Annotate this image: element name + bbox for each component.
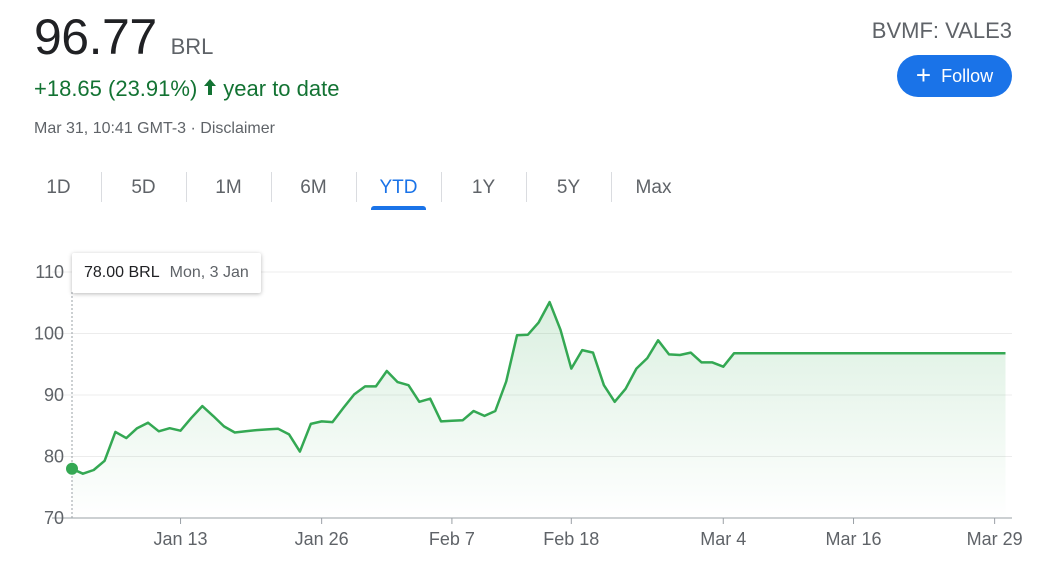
follow-label: Follow (941, 65, 994, 86)
x-tick-label: Mar 16 (826, 529, 882, 549)
follow-button[interactable]: + Follow (897, 55, 1012, 97)
x-tick-label: Mar 4 (700, 529, 746, 549)
y-tick-label: 110 (35, 262, 64, 282)
tab-5y[interactable]: 5Y (526, 170, 611, 206)
y-tick-label: 80 (44, 447, 64, 467)
current-price: 96.77 (34, 9, 157, 65)
tab-5d[interactable]: 5D (101, 170, 186, 206)
hover-marker (66, 462, 78, 475)
tab-6m[interactable]: 6M (271, 170, 356, 206)
price-area (72, 302, 1006, 518)
x-axis: Jan 13 Jan 26 Feb 7 Feb 18 Mar 4 Mar 16 Mar 29 (154, 518, 1023, 549)
x-tick-label: Mar 29 (967, 529, 1023, 549)
tab-1m[interactable]: 1M (186, 170, 271, 206)
tab-1y[interactable]: 1Y (441, 170, 526, 206)
currency-label: BRL (170, 34, 214, 59)
y-tick-label: 100 (34, 324, 64, 344)
y-axis: 70 80 90 100 110 (34, 262, 64, 528)
range-tabs: 1D 5D 1M 6M YTD 1Y 5Y Max (16, 170, 696, 210)
y-tick-label: 70 (44, 508, 64, 528)
y-tick-label: 90 (44, 385, 64, 405)
tooltip-date: Mon, 3 Jan (169, 264, 249, 281)
chart-tooltip: 78.00 BRL Mon, 3 Jan (72, 253, 261, 293)
tab-ytd[interactable]: YTD (356, 170, 441, 210)
period-label: year to date (223, 76, 340, 101)
price-change: +18.65 (23.91%) year to date (34, 76, 339, 102)
x-tick-label: Jan 26 (295, 529, 349, 549)
tab-max[interactable]: Max (611, 170, 696, 206)
timestamp-disclaimer: Mar 31, 10:41 GMT-3 · Disclaimer (34, 120, 275, 137)
x-tick-label: Feb 18 (543, 529, 599, 549)
tab-1d[interactable]: 1D (16, 170, 101, 206)
ticker-symbol: BVMF: VALE3 (871, 18, 1012, 43)
x-tick-label: Feb 7 (429, 529, 475, 549)
price-header: 96.77 BRL (34, 8, 213, 66)
plus-icon: + (915, 60, 932, 90)
arrow-up-icon (203, 76, 217, 102)
tooltip-price: 78.00 BRL (84, 264, 160, 281)
change-value: +18.65 (23.91%) (34, 76, 198, 101)
x-tick-label: Jan 13 (154, 529, 208, 549)
